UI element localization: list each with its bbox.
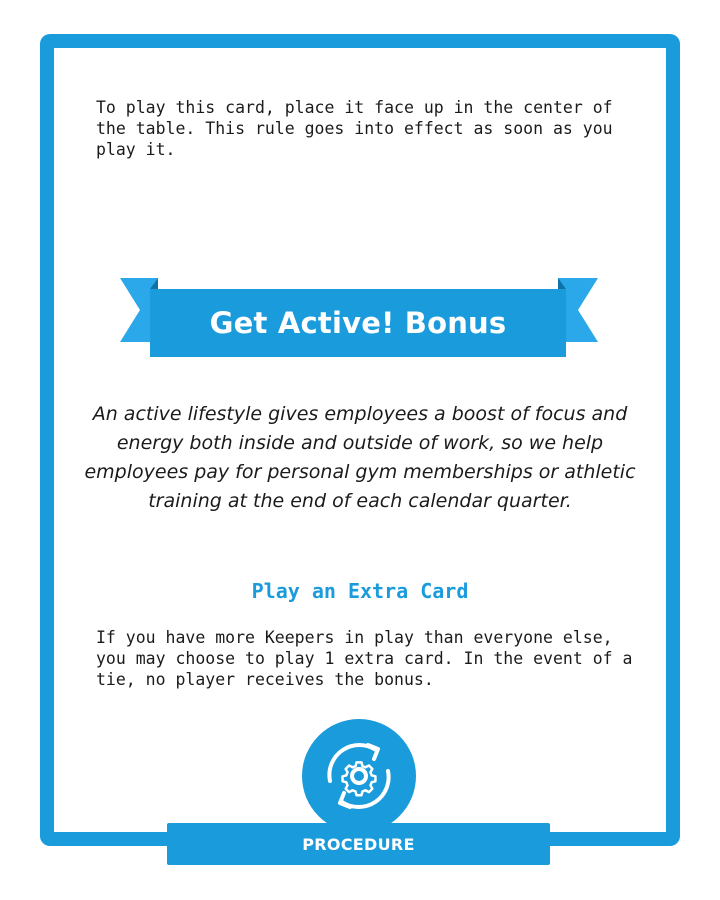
rules-intro-text: To play this card, place it face up in t… xyxy=(96,98,623,159)
bonus-heading: Play an Extra Card xyxy=(251,579,469,603)
bonus-rules-text: If you have more Keepers in play than ev… xyxy=(96,628,633,689)
card-description: An active lifestyle gives employees a bo… xyxy=(84,403,636,512)
card-title: Get Active! Bonus xyxy=(209,306,507,340)
gear-cycle-icon xyxy=(302,719,416,833)
card-type-label: PROCEDURE xyxy=(167,823,550,865)
